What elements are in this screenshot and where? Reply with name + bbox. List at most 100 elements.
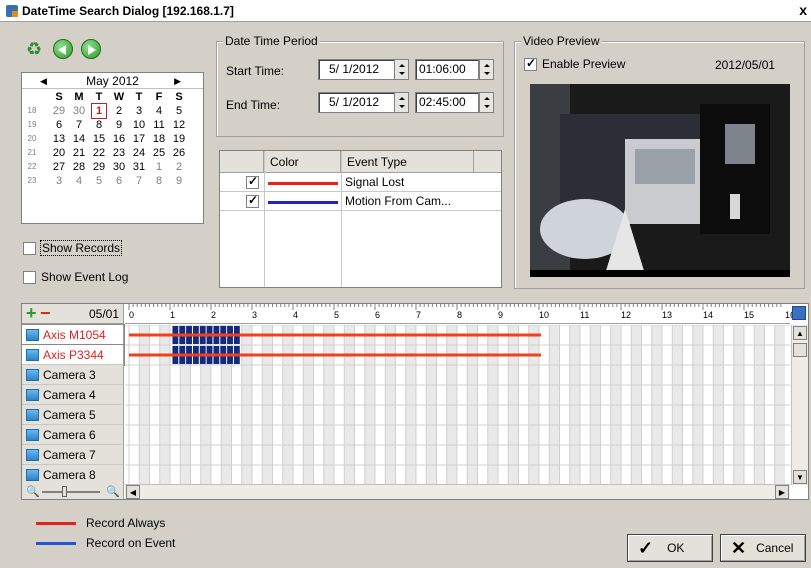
calendar-day[interactable]: 28 — [72, 160, 86, 174]
start-date-field[interactable]: 5/ 1/2012 — [318, 59, 395, 80]
scroll-right-icon[interactable]: ▶ — [775, 485, 789, 499]
calendar-day[interactable]: 23 — [112, 146, 126, 160]
camera-name: Camera 3 — [43, 368, 96, 382]
calendar-day[interactable]: 29 — [52, 104, 66, 118]
start-time-label: Start Time: — [226, 64, 285, 78]
calendar-day[interactable]: 2 — [172, 160, 186, 174]
calendar-day[interactable]: 4 — [72, 174, 86, 188]
camera-row[interactable]: Camera 4 — [22, 385, 124, 405]
add-camera-icon[interactable]: + — [26, 304, 37, 322]
show-event-log-option[interactable]: Show Event Log — [23, 270, 128, 284]
scroll-left-icon[interactable]: ◀ — [126, 485, 140, 499]
zoom-slider-knob[interactable] — [62, 486, 67, 497]
calendar-day[interactable]: 25 — [152, 146, 166, 160]
calendar-day[interactable]: 4 — [152, 104, 166, 118]
calendar-day[interactable]: 6 — [52, 118, 66, 132]
calendar-day[interactable]: 6 — [112, 174, 126, 188]
calendar-week: 20 13 14 15 16 17 18 19 — [22, 132, 203, 146]
calendar-day[interactable]: 9 — [172, 174, 186, 188]
calendar-day[interactable]: 2 — [112, 104, 126, 118]
back-arrow-icon[interactable] — [53, 39, 73, 59]
forward-arrow-icon[interactable] — [81, 39, 101, 59]
month-calendar[interactable]: ◀ May 2012 ▶ SMTWTFS 18 29 30 1 2 3 4 5 19 6 7 8 9 10… — [21, 72, 204, 224]
calendar-day[interactable]: 18 — [152, 132, 166, 146]
start-time-field[interactable]: 01:06:00 — [415, 59, 479, 80]
event-row[interactable]: Motion From Cam... — [220, 193, 501, 211]
scroll-down-icon[interactable]: ▼ — [793, 470, 807, 484]
end-time-spinner[interactable] — [479, 92, 494, 113]
end-time-field[interactable]: 02:45:00 — [415, 92, 479, 113]
calendar-day[interactable]: 22 — [92, 146, 106, 160]
event-row[interactable]: Signal Lost — [220, 174, 501, 192]
horizontal-scrollbar[interactable]: ◀ ▶ — [125, 484, 790, 499]
camera-row[interactable]: Camera 7 — [22, 445, 124, 465]
next-month-icon[interactable]: ▶ — [174, 73, 181, 89]
timeline-ruler[interactable]: 0 1 2 3 4 5 6 7 8 9 10 11 12 13 14 15 16 — [125, 304, 795, 324]
calendar-icon[interactable] — [792, 306, 806, 320]
zoom-in-icon[interactable]: 🔍 — [106, 485, 120, 498]
calendar-day[interactable]: 21 — [72, 146, 86, 160]
calendar-day-selected[interactable]: 1 — [91, 103, 107, 119]
start-time-spinner[interactable] — [479, 59, 494, 80]
date-time-period-group: Date Time Period — [216, 34, 504, 137]
remove-camera-icon[interactable]: − — [40, 304, 51, 322]
zoom-out-icon[interactable]: 🔍 — [26, 485, 40, 498]
camera-row[interactable]: Axis P3344 — [21, 344, 125, 366]
end-date-field[interactable]: 5/ 1/2012 — [318, 92, 395, 113]
scroll-thumb[interactable] — [793, 343, 807, 357]
calendar-day[interactable]: 30 — [72, 104, 86, 118]
calendar-day[interactable]: 1 — [152, 160, 166, 174]
event-enable-checkbox[interactable] — [246, 193, 259, 208]
calendar-day[interactable]: 8 — [152, 174, 166, 188]
vertical-scrollbar[interactable]: ▲ ▼ — [791, 325, 808, 485]
scroll-up-icon[interactable]: ▲ — [793, 326, 807, 340]
calendar-day[interactable]: 13 — [52, 132, 66, 146]
camera-row[interactable]: Camera 3 — [22, 365, 124, 385]
calendar-day[interactable]: 15 — [92, 132, 106, 146]
calendar-day[interactable]: 14 — [72, 132, 86, 146]
calendar-day[interactable]: 27 — [52, 160, 66, 174]
show-records-checkbox[interactable] — [23, 241, 36, 255]
calendar-day[interactable]: 29 — [92, 160, 106, 174]
calendar-day[interactable]: 20 — [52, 146, 66, 160]
enable-preview-option[interactable]: Enable Preview — [524, 56, 625, 71]
calendar-day[interactable]: 3 — [132, 104, 146, 118]
start-date-spinner[interactable] — [394, 59, 409, 80]
calendar-day[interactable]: 24 — [132, 146, 146, 160]
calendar-day[interactable]: 7 — [132, 174, 146, 188]
calendar-week: 22 27 28 29 30 31 1 2 — [22, 160, 203, 174]
enable-preview-checkbox[interactable] — [524, 56, 537, 71]
zoom-control[interactable]: 🔍 🔍 — [22, 484, 124, 499]
show-records-option[interactable]: Show Records — [23, 240, 123, 256]
calendar-day[interactable]: 30 — [112, 160, 126, 174]
refresh-icon[interactable]: ♻ — [26, 39, 46, 59]
camera-row[interactable]: Camera 5 — [22, 405, 124, 425]
calendar-day[interactable]: 26 — [172, 146, 186, 160]
zoom-slider-track[interactable] — [42, 491, 100, 493]
calendar-day[interactable]: 8 — [92, 118, 106, 132]
end-date-spinner[interactable] — [394, 92, 409, 113]
prev-month-icon[interactable]: ◀ — [40, 73, 47, 89]
ok-button[interactable]: ✓ OK — [627, 534, 713, 562]
calendar-day[interactable]: 9 — [112, 118, 126, 132]
camera-row[interactable]: Camera 8 — [22, 465, 124, 485]
calendar-day[interactable]: 11 — [152, 118, 166, 132]
timeline-grid[interactable] — [125, 325, 790, 485]
calendar-day[interactable]: 5 — [92, 174, 106, 188]
camera-row[interactable]: Camera 6 — [22, 425, 124, 445]
calendar-day[interactable]: 3 — [52, 174, 66, 188]
calendar-day[interactable]: 5 — [172, 104, 186, 118]
calendar-day[interactable]: 31 — [132, 160, 146, 174]
show-event-log-checkbox[interactable] — [23, 270, 36, 284]
cancel-button[interactable]: ✕ Cancel — [720, 534, 806, 562]
calendar-day[interactable]: 19 — [172, 132, 186, 146]
calendar-day[interactable]: 16 — [112, 132, 126, 146]
event-enable-checkbox[interactable] — [246, 174, 259, 189]
calendar-day[interactable]: 12 — [172, 118, 186, 132]
calendar-day[interactable]: 17 — [132, 132, 146, 146]
close-button[interactable]: x — [799, 2, 807, 18]
timeline-grid-svg — [125, 325, 790, 485]
calendar-day[interactable]: 10 — [132, 118, 146, 132]
camera-row[interactable]: Axis M1054 — [21, 324, 125, 346]
calendar-day[interactable]: 7 — [72, 118, 86, 132]
